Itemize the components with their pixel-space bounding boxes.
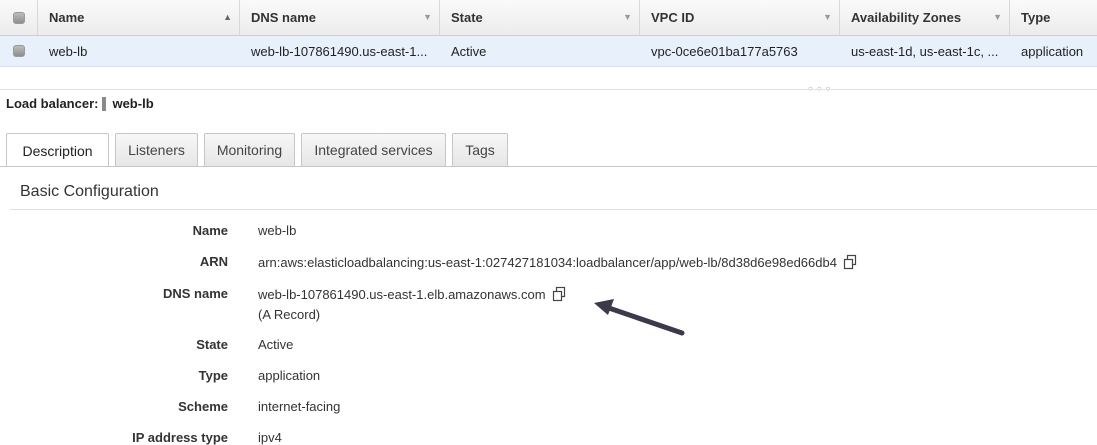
column-label: Type	[1021, 10, 1051, 25]
field-label-dns-name: DNS name	[162, 286, 228, 301]
field-value-dns-name: web-lb-107861490.us-east-1.elb.amazonaws…	[258, 286, 567, 305]
table-row[interactable]: web-lb web-lb-107861490.us-east-1... Act…	[0, 36, 1097, 67]
field-value-type: application	[258, 368, 321, 383]
column-header-dns-name[interactable]: DNS name ▼	[240, 0, 440, 35]
field-label-name: Name	[192, 223, 228, 238]
column-label: State	[451, 10, 483, 25]
cell-vpc-id: vpc-0ce6e01ba177a5763	[651, 43, 798, 59]
field-label-type: Type	[198, 368, 228, 383]
cell-dns-name: web-lb-107861490.us-east-1...	[251, 43, 428, 59]
select-all-checkbox[interactable]	[0, 0, 38, 35]
copy-icon[interactable]	[842, 254, 858, 273]
dns-record-note: (A Record)	[258, 307, 321, 322]
row-checkbox[interactable]	[0, 36, 38, 66]
arn-text: arn:aws:elasticloadbalancing:us-east-1:0…	[258, 254, 837, 270]
field-value-state: Active	[258, 337, 294, 352]
cell-name: web-lb	[49, 43, 88, 59]
dns-name-text: web-lb-107861490.us-east-1.elb.amazonaws…	[258, 286, 546, 302]
checkbox-icon	[13, 45, 25, 57]
chevron-down-icon[interactable]: ▼	[623, 12, 632, 22]
tab-tags[interactable]: Tags	[452, 133, 508, 166]
column-header-state[interactable]: State ▼	[440, 0, 640, 35]
field-label-arn: ARN	[199, 254, 228, 269]
checkbox-icon	[12, 11, 25, 24]
details-heading-name: web-lb	[112, 96, 154, 111]
details-heading: Load balancer: web-lb	[6, 96, 154, 111]
section-title: Basic Configuration	[20, 183, 159, 200]
column-header-vpc-id[interactable]: VPC ID ▼	[640, 0, 840, 35]
column-label: VPC ID	[651, 10, 695, 25]
sort-ascending-icon[interactable]: ▲	[223, 12, 232, 22]
annotation-arrow	[594, 299, 685, 336]
heading-separator	[102, 96, 107, 111]
section-divider	[10, 209, 1097, 210]
field-value-arn: arn:aws:elasticloadbalancing:us-east-1:0…	[258, 254, 858, 273]
pane-divider	[0, 89, 1097, 90]
field-value-name: web-lb	[258, 223, 297, 238]
details-heading-label: Load balancer:	[6, 96, 99, 111]
field-label-scheme: Scheme	[178, 399, 228, 414]
column-header-availability-zones[interactable]: Availability Zones ▼	[840, 0, 1010, 35]
cell-type: application	[1021, 43, 1084, 59]
tab-integrated-services[interactable]: Integrated services	[301, 133, 446, 166]
column-label: Name	[49, 10, 85, 25]
field-label-ip-address-type: IP address type	[132, 430, 228, 445]
chevron-down-icon[interactable]: ▼	[423, 12, 432, 22]
tab-description[interactable]: Description	[6, 133, 109, 167]
tabs-baseline	[0, 166, 1097, 167]
field-value-ip-address-type: ipv4	[258, 430, 282, 445]
tab-listeners[interactable]: Listeners	[115, 133, 198, 166]
cell-state: Active	[451, 43, 487, 59]
column-header-name[interactable]: Name ▲	[38, 0, 240, 35]
field-value-scheme: internet-facing	[258, 399, 341, 414]
column-header-type[interactable]: Type	[1010, 0, 1097, 35]
table-header: Name ▲ DNS name ▼ State ▼ VPC ID ▼ Avail…	[0, 0, 1097, 36]
column-label: DNS name	[251, 10, 317, 25]
tab-monitoring[interactable]: Monitoring	[204, 133, 295, 166]
chevron-down-icon[interactable]: ▼	[823, 12, 832, 22]
copy-icon[interactable]	[551, 286, 567, 305]
cell-availability-zones: us-east-1d, us-east-1c, ...	[851, 43, 999, 59]
field-label-state: State	[196, 337, 228, 352]
column-label: Availability Zones	[851, 10, 962, 25]
chevron-down-icon[interactable]: ▼	[993, 12, 1002, 22]
